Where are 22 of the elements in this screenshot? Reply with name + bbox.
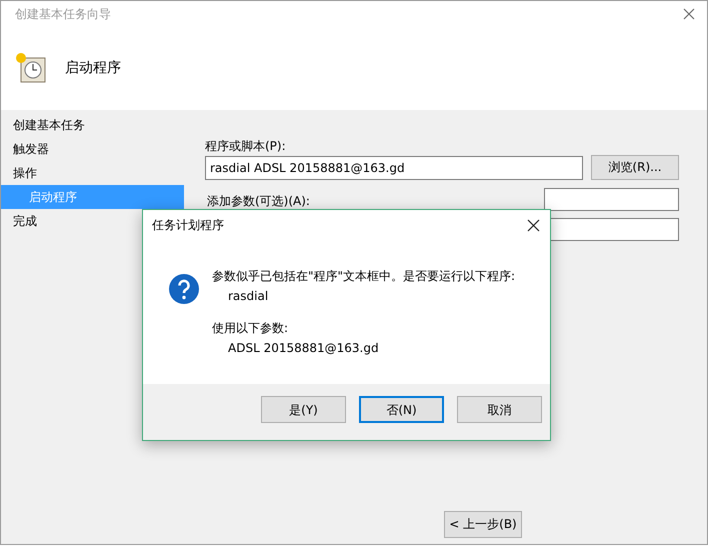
dialog-title: 任务计划程序 (152, 217, 224, 234)
dialog-message: 参数似乎已包括在"程序"文本框中。是否要运行以下程序: (212, 268, 516, 285)
field-label: 程序或脚本(P): (205, 138, 287, 155)
field-label: 添加参数(可选)(A): (207, 193, 310, 210)
wizard-step[interactable]: 操作 (1, 161, 184, 185)
close-icon[interactable] (527, 218, 540, 232)
question-icon (168, 273, 200, 305)
input-field[interactable] (544, 188, 679, 211)
dialog-button[interactable]: 否(N) (359, 396, 444, 423)
back-button[interactable]: < 上一步(B) (444, 511, 522, 538)
wizard-step[interactable]: 触发器 (1, 137, 184, 161)
wizard-step[interactable]: 创建基本任务 (1, 113, 184, 137)
clock-icon (15, 52, 47, 84)
browse-button[interactable]: 浏览(R)... (591, 155, 679, 180)
params-text: ADSL 20158881@163.gd (227, 340, 380, 357)
program-name: rasdial (227, 288, 270, 305)
window-title: 创建基本任务向导 (15, 6, 111, 22)
input-field[interactable]: rasdial ADSL 20158881@163.gd (205, 156, 583, 180)
params-label: 使用以下参数: (212, 320, 290, 337)
dialog-button[interactable]: 是(Y) (261, 396, 346, 423)
page-heading: 启动程序 (65, 58, 121, 78)
dialog-button[interactable]: 取消 (457, 396, 542, 423)
